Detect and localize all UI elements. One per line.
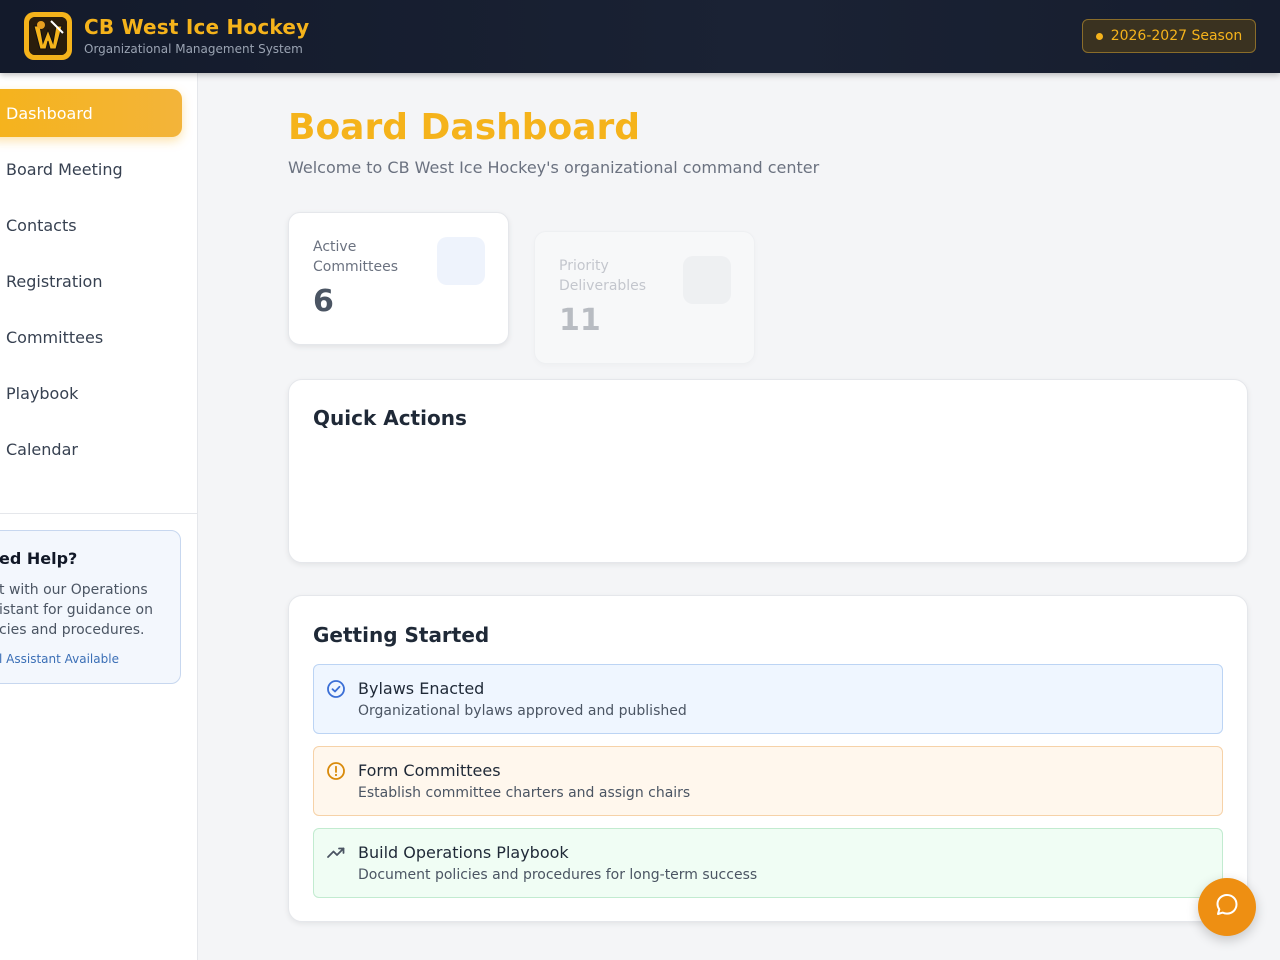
chat-bubble-icon	[1213, 891, 1241, 923]
task-build-playbook[interactable]: Build Operations Playbook Document polic…	[313, 828, 1223, 898]
help-card: ed Help? t with our Operations istant fo…	[0, 530, 181, 684]
page-title: Board Dashboard	[288, 107, 641, 148]
sidebar-item-label: Contacts	[6, 215, 77, 235]
team-logo[interactable]	[24, 12, 72, 60]
sidebar-item-playbook[interactable]: Playbook	[0, 369, 182, 417]
stat-label: Priority Deliverables	[559, 258, 647, 294]
committees-icon	[437, 237, 485, 285]
alert-circle-icon	[326, 761, 346, 781]
status-dot-icon	[1095, 32, 1103, 40]
app-title: CB West Ice Hockey	[84, 15, 310, 39]
task-desc: Document policies and procedures for lon…	[358, 867, 758, 883]
sidebar-item-label: Calendar	[6, 439, 78, 459]
quick-actions-panel: Quick Actions	[288, 379, 1248, 563]
chat-assistant-button[interactable]	[1198, 878, 1256, 936]
season-label: 2026-2027 Season	[1110, 28, 1243, 44]
sidebar-item-contacts[interactable]: Contacts	[0, 201, 182, 249]
hockey-logo-icon	[29, 17, 67, 55]
sidebar-item-registration[interactable]: Registration	[0, 257, 182, 305]
task-title: Bylaws Enacted	[358, 679, 485, 698]
sidebar-item-label: Playbook	[6, 383, 79, 403]
task-desc: Establish committee charters and assign …	[358, 785, 691, 801]
stat-label: Active Committees	[313, 239, 399, 275]
page-subtitle: Welcome to CB West Ice Hockey's organiza…	[288, 158, 820, 177]
sidebar-divider	[0, 513, 198, 514]
stat-value: 6	[313, 284, 334, 319]
sidebar-item-dashboard[interactable]: Dashboard	[0, 89, 182, 137]
sidebar-item-label: Board Meeting	[6, 159, 123, 179]
help-text: t with our Operations istant for guidanc…	[0, 582, 153, 638]
sidebar-item-committees[interactable]: Committees	[0, 313, 182, 361]
season-badge[interactable]: 2026-2027 Season	[1082, 19, 1256, 53]
sidebar-item-calendar[interactable]: Calendar	[0, 425, 182, 473]
task-bylaws-enacted[interactable]: Bylaws Enacted Organizational bylaws app…	[313, 664, 1223, 734]
task-title: Build Operations Playbook	[358, 843, 569, 862]
trending-up-icon	[326, 843, 346, 863]
stat-value: 11	[559, 303, 601, 338]
check-circle-icon	[326, 679, 346, 699]
task-title: Form Committees	[358, 761, 501, 780]
getting-started-panel: Getting Started Bylaws Enacted Organizat…	[288, 595, 1248, 922]
assistant-link[interactable]: l Assistant Available	[0, 652, 119, 666]
app-header: CB West Ice Hockey Organizational Manage…	[0, 0, 1280, 73]
quick-actions-title: Quick Actions	[313, 406, 467, 430]
deliverables-icon	[683, 256, 731, 304]
task-desc: Organizational bylaws approved and publi…	[358, 703, 687, 719]
stat-card-priority-deliverables[interactable]: Priority Deliverables 11	[534, 231, 755, 364]
sidebar-item-label: Committees	[6, 327, 104, 347]
sidebar-item-board-meeting[interactable]: Board Meeting	[0, 145, 182, 193]
app-subtitle: Organizational Management System	[84, 42, 303, 56]
sidebar-item-label: Dashboard	[6, 103, 93, 123]
getting-started-title: Getting Started	[313, 623, 490, 647]
stat-card-active-committees[interactable]: Active Committees 6	[288, 212, 509, 345]
sidebar-item-label: Registration	[6, 271, 103, 291]
sidebar: Dashboard Board Meeting Contacts Registr…	[0, 73, 198, 960]
help-title: ed Help?	[0, 549, 78, 568]
task-form-committees[interactable]: Form Committees Establish committee char…	[313, 746, 1223, 816]
